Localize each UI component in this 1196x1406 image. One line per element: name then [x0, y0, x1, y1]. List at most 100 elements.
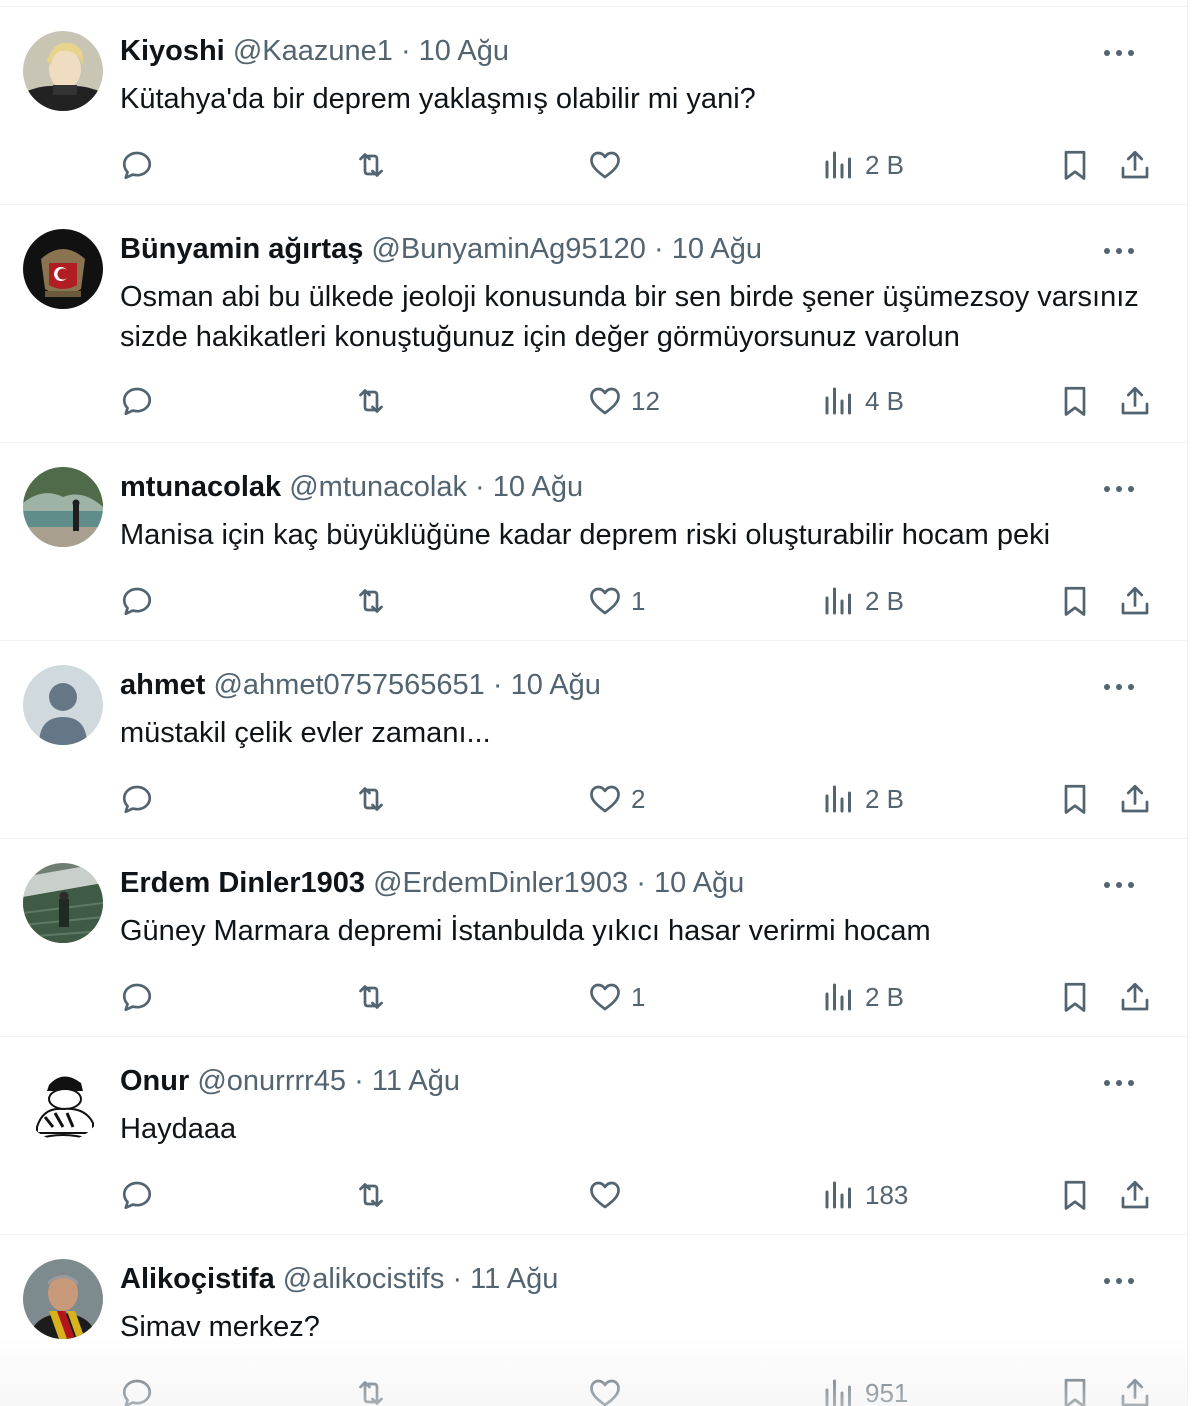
- timestamp[interactable]: 10 Ağu: [419, 35, 509, 67]
- retweet-icon: [359, 787, 383, 811]
- tweet[interactable]: Bünyamin ağırtaş @BunyaminAg95120 · 10 A…: [0, 205, 1187, 443]
- avatar[interactable]: [23, 229, 103, 309]
- reply-button[interactable]: [119, 1371, 155, 1406]
- tweet[interactable]: Alikoçistifa @alikocistifs · 11 Ağu Sima…: [0, 1235, 1187, 1406]
- tweet[interactable]: Onur @onurrrr45 · 11 Ağu Haydaaa 183: [0, 1037, 1187, 1235]
- reply-button[interactable]: [119, 379, 155, 423]
- views-button[interactable]: 2 B: [821, 143, 904, 187]
- timestamp[interactable]: 10 Ağu: [672, 233, 762, 265]
- retweet-button[interactable]: [353, 1371, 389, 1406]
- action-bar: 2 2 B: [0, 777, 1187, 821]
- more-options-icon[interactable]: [1101, 1269, 1137, 1293]
- tweet-text: Simav merkez?: [120, 1311, 320, 1343]
- share-button[interactable]: [1117, 975, 1153, 1019]
- more-options-icon[interactable]: [1101, 1071, 1137, 1095]
- handle[interactable]: @ErdemDinler1903: [373, 867, 628, 899]
- display-name[interactable]: Bünyamin ağırtaş: [120, 233, 363, 265]
- share-button[interactable]: [1117, 1371, 1153, 1406]
- display-name[interactable]: Alikoçistifa: [120, 1263, 275, 1295]
- bookmark-button[interactable]: [1057, 1173, 1093, 1217]
- views-button[interactable]: 2 B: [821, 579, 904, 623]
- reply-button[interactable]: [119, 1173, 155, 1217]
- handle[interactable]: @ahmet0757565651: [213, 669, 484, 701]
- heart-icon: [590, 1379, 620, 1406]
- display-name[interactable]: mtunacolak: [120, 471, 281, 503]
- retweet-button[interactable]: [353, 579, 389, 623]
- reply-feed: Kiyoshi @Kaazune1 · 10 Ağu Kütahya'da bi…: [0, 0, 1188, 1406]
- retweet-button[interactable]: [353, 777, 389, 821]
- timestamp[interactable]: 10 Ağu: [493, 471, 583, 503]
- tweet[interactable]: Erdem Dinler1903 @ErdemDinler1903 · 10 A…: [0, 839, 1187, 1037]
- heart-icon: [590, 387, 620, 415]
- like-count: 12: [631, 385, 660, 416]
- retweet-button[interactable]: [353, 379, 389, 423]
- retweet-button[interactable]: [353, 143, 389, 187]
- reply-button[interactable]: [119, 777, 155, 821]
- views-button[interactable]: 183: [821, 1173, 908, 1217]
- share-button[interactable]: [1117, 777, 1153, 821]
- handle[interactable]: @onurrrr45: [197, 1065, 346, 1097]
- more-options-icon[interactable]: [1101, 41, 1137, 65]
- bookmark-button[interactable]: [1057, 975, 1093, 1019]
- retweet-button[interactable]: [353, 975, 389, 1019]
- tweet[interactable]: ahmet @ahmet0757565651 · 10 Ağu müstakil…: [0, 641, 1187, 839]
- like-button[interactable]: 12: [587, 379, 660, 423]
- handle[interactable]: @Kaazune1: [233, 35, 393, 67]
- avatar[interactable]: [23, 863, 103, 943]
- separator-dot: ·: [653, 233, 664, 265]
- retweet-button[interactable]: [353, 1173, 389, 1217]
- avatar[interactable]: [23, 665, 103, 745]
- bookmark-button[interactable]: [1057, 777, 1093, 821]
- display-name[interactable]: Onur: [120, 1065, 189, 1097]
- bookmark-button[interactable]: [1057, 1371, 1093, 1406]
- handle[interactable]: @alikocistifs: [283, 1263, 445, 1295]
- like-button[interactable]: 1: [587, 579, 645, 623]
- retweet-icon: [359, 985, 383, 1009]
- tweet[interactable]: mtunacolak @mtunacolak · 10 Ağu Manisa i…: [0, 443, 1187, 641]
- avatar-default-icon: [23, 665, 103, 745]
- timestamp[interactable]: 10 Ağu: [654, 867, 744, 899]
- share-button[interactable]: [1117, 579, 1153, 623]
- reply-button[interactable]: [119, 579, 155, 623]
- tweet-text: Güney Marmara depremi İstanbulda yıkıcı …: [120, 915, 931, 947]
- bookmark-button[interactable]: [1057, 379, 1093, 423]
- share-icon: [1121, 1378, 1149, 1406]
- avatar[interactable]: [23, 467, 103, 547]
- bookmark-button[interactable]: [1057, 579, 1093, 623]
- like-button[interactable]: 2: [587, 777, 645, 821]
- like-button[interactable]: [587, 1371, 631, 1406]
- display-name[interactable]: Kiyoshi: [120, 35, 225, 67]
- avatar[interactable]: [23, 31, 103, 111]
- like-button[interactable]: 1: [587, 975, 645, 1019]
- reply-button[interactable]: [119, 975, 155, 1019]
- reply-button[interactable]: [119, 143, 155, 187]
- timestamp[interactable]: 11 Ağu: [372, 1065, 460, 1097]
- share-button[interactable]: [1117, 379, 1153, 423]
- more-options-icon[interactable]: [1101, 477, 1137, 501]
- bookmark-button[interactable]: [1057, 143, 1093, 187]
- views-button[interactable]: 951: [821, 1371, 908, 1406]
- views-button[interactable]: 2 B: [821, 777, 904, 821]
- avatar[interactable]: [23, 1259, 103, 1339]
- handle[interactable]: @BunyaminAg95120: [371, 233, 646, 265]
- display-name[interactable]: Erdem Dinler1903: [120, 867, 365, 899]
- like-button[interactable]: [587, 143, 631, 187]
- views-button[interactable]: 2 B: [821, 975, 904, 1019]
- share-button[interactable]: [1117, 143, 1153, 187]
- share-button[interactable]: [1117, 1173, 1153, 1217]
- bookmark-icon: [1064, 586, 1086, 616]
- avatar[interactable]: [23, 1061, 103, 1141]
- tweet-text: müstakil çelik evler zamanı...: [120, 717, 491, 749]
- display-name[interactable]: ahmet: [120, 669, 205, 701]
- more-options-icon[interactable]: [1101, 239, 1137, 263]
- handle[interactable]: @mtunacolak: [289, 471, 467, 503]
- reply-icon: [122, 1379, 152, 1406]
- more-options-icon[interactable]: [1101, 675, 1137, 699]
- like-button[interactable]: [587, 1173, 631, 1217]
- timestamp[interactable]: 10 Ağu: [511, 669, 601, 701]
- heart-icon: [590, 785, 620, 813]
- views-button[interactable]: 4 B: [821, 379, 904, 423]
- more-options-icon[interactable]: [1101, 873, 1137, 897]
- timestamp[interactable]: 11 Ağu: [470, 1263, 558, 1295]
- tweet[interactable]: Kiyoshi @Kaazune1 · 10 Ağu Kütahya'da bi…: [0, 7, 1187, 205]
